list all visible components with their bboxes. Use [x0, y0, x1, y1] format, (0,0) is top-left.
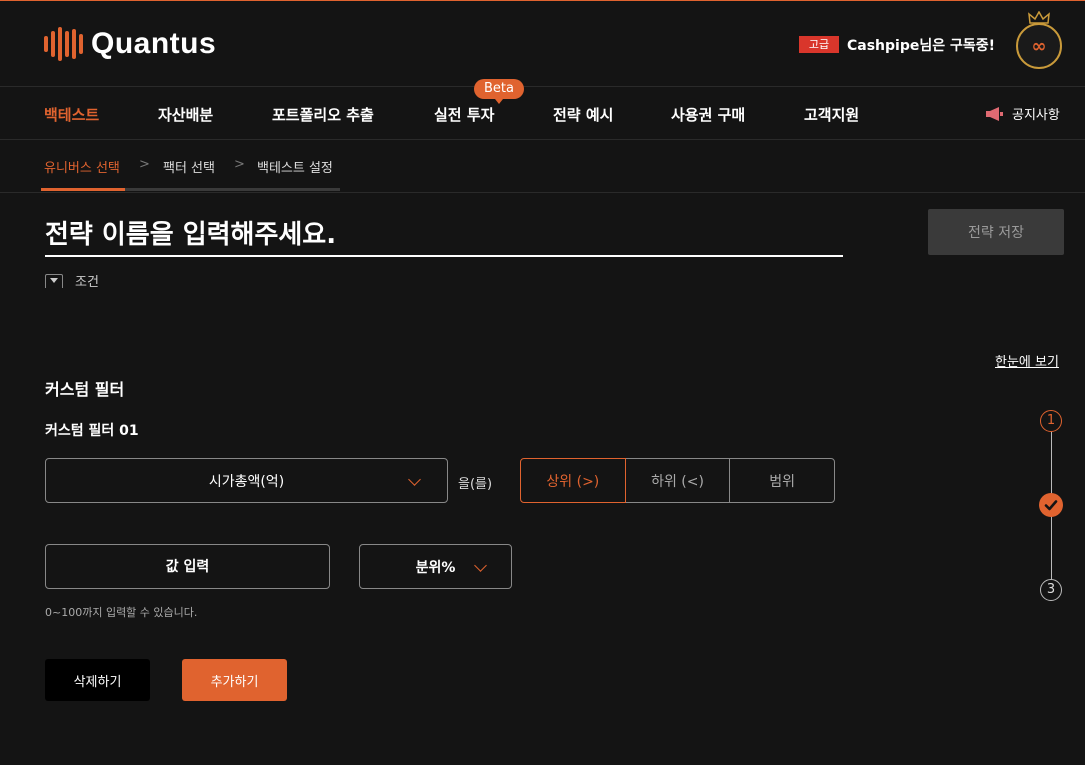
nav-item-backtest[interactable]: 백테스트 — [44, 104, 99, 125]
beta-badge: Beta — [474, 79, 524, 104]
chevron-down-icon — [474, 559, 487, 572]
metric-select-value: 시가총액(억) — [208, 473, 285, 490]
chevron-down-icon — [45, 274, 63, 288]
direction-range-button[interactable]: 범위 — [729, 458, 836, 503]
subscription-message: Cashpipe님은 구독중! — [847, 38, 996, 54]
notice-label: 공지사항 — [1012, 108, 1060, 123]
infinity-icon: ∞ — [1031, 35, 1047, 57]
unit-select[interactable]: 분위% — [359, 544, 512, 589]
condition-label: 조건 — [75, 275, 99, 288]
step-separator: > — [139, 157, 150, 172]
direction-top-button[interactable]: 상위 (>) — [520, 458, 626, 503]
progress-step-1[interactable]: 1 — [1040, 410, 1062, 432]
nav-item-strategy-examples[interactable]: 전략 예시 — [553, 104, 613, 125]
notice-link[interactable]: 공지사항 — [985, 104, 1060, 123]
active-tab-underline — [41, 188, 125, 191]
strategy-name-input[interactable] — [45, 215, 843, 257]
nav-item-asset-allocation[interactable]: 자산배분 — [158, 104, 213, 125]
step-separator: > — [234, 157, 245, 172]
value-input[interactable] — [45, 544, 330, 589]
nav-item-support[interactable]: 고객지원 — [804, 104, 859, 125]
filter-title: 커스텀 필터 01 — [45, 423, 139, 439]
add-button[interactable]: 추가하기 — [182, 659, 287, 701]
chevron-down-icon — [408, 473, 421, 486]
input-hint: 0~100까지 입력할 수 있습니다. — [45, 606, 198, 619]
save-strategy-button[interactable]: 전략 저장 — [928, 209, 1064, 255]
nav-item-purchase-license[interactable]: 사용권 구매 — [671, 104, 745, 125]
subscription-tier-badge: 고급 — [799, 36, 839, 53]
condition-toggle[interactable]: 조건 — [45, 274, 245, 288]
direction-toggle: 상위 (>) 하위 (<) 범위 — [520, 458, 836, 503]
particle-label: 을(를) — [458, 477, 493, 492]
tab-universe-select[interactable]: 유니버스 선택 — [44, 157, 120, 176]
nav-item-live-investing[interactable]: 실전 투자 — [434, 104, 494, 125]
header: Quantus 고급 Cashpipe님은 구독중! ∞ — [0, 1, 1085, 87]
unit-select-value: 분위% — [415, 559, 456, 576]
check-icon — [1044, 500, 1058, 511]
section-title: 커스텀 필터 — [45, 380, 125, 399]
metric-select[interactable]: 시가총액(억) — [45, 458, 448, 503]
tab-track — [125, 188, 340, 191]
megaphone-icon — [986, 106, 1003, 121]
delete-button[interactable]: 삭제하기 — [45, 659, 150, 701]
main-nav: 백테스트 자산배분 포트폴리오 추출 실전 투자 전략 예시 사용권 구매 고객… — [0, 87, 1085, 140]
overview-link[interactable]: 한눈에 보기 — [995, 351, 1059, 370]
nav-item-portfolio-extraction[interactable]: 포트폴리오 추출 — [272, 104, 374, 125]
avatar[interactable]: ∞ — [1016, 23, 1062, 69]
direction-bottom-button[interactable]: 하위 (<) — [624, 458, 731, 503]
progress-step-3[interactable]: 3 — [1040, 579, 1062, 601]
logo-text: Quantus — [91, 27, 217, 60]
logo-mark-icon — [44, 27, 83, 61]
step-tabs: 유니버스 선택 > 팩터 선택 > 백테스트 설정 — [0, 140, 1085, 193]
tab-factor-select[interactable]: 팩터 선택 — [163, 157, 215, 176]
progress-step-2[interactable] — [1039, 493, 1063, 517]
logo[interactable]: Quantus — [44, 27, 216, 61]
tab-backtest-settings[interactable]: 백테스트 설정 — [257, 157, 333, 176]
